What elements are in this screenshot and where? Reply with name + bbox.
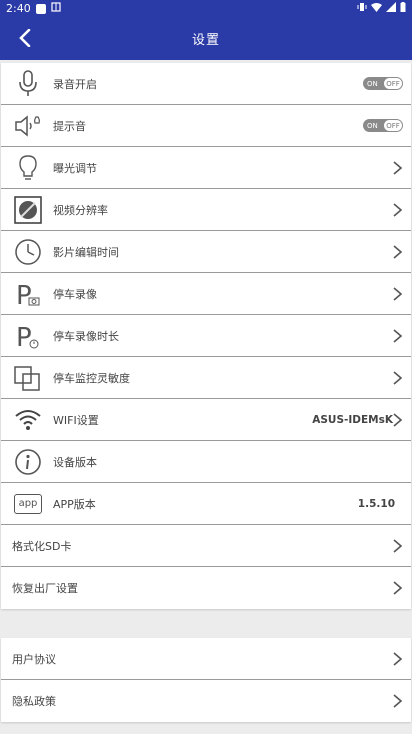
vibrate-icon — [357, 2, 367, 15]
setting-exposure[interactable]: 曝光调节 — [1, 147, 411, 189]
legal-list: 用户协议 隐私政策 — [1, 638, 411, 722]
clock-icon — [13, 237, 43, 267]
chevron-right-icon — [393, 244, 403, 259]
chevron-right-icon — [393, 286, 403, 301]
speaker-icon — [13, 111, 43, 141]
wifi-ssid-value: ASUS-IDEMsK — [312, 413, 393, 426]
app-version-value: 1.5.10 — [357, 497, 395, 510]
privacy-policy-row[interactable]: 隐私政策 — [1, 680, 411, 722]
info-icon — [13, 447, 43, 477]
parking-clock-icon: P — [13, 321, 43, 351]
setting-clip-edit-time[interactable]: 影片编辑时间 — [1, 231, 411, 273]
toggle-on-text: ON — [367, 121, 378, 130]
setting-label: 提示音 — [53, 119, 86, 133]
setting-label: 设备版本 — [53, 455, 97, 469]
toggle-off-text: OFF — [386, 79, 400, 88]
setting-app-version[interactable]: app APP版本 1.5.10 — [1, 483, 411, 525]
chevron-left-icon — [19, 29, 31, 47]
setting-device-version[interactable]: 设备版本 — [1, 441, 411, 483]
chevron-right-icon — [393, 202, 403, 217]
chevron-right-icon — [393, 651, 403, 666]
toggle-knob: OFF — [384, 78, 402, 89]
chevron-right-icon — [393, 160, 403, 175]
setting-video-resolution[interactable]: 视频分辨率 — [1, 189, 411, 231]
setting-label: 恢复出厂设置 — [12, 582, 78, 595]
app-bar: 设置 — [0, 17, 412, 60]
prompt-sound-toggle[interactable]: ON OFF — [363, 119, 403, 132]
setting-label: 录音开启 — [53, 77, 97, 91]
setting-label: 停车监控灵敏度 — [53, 371, 130, 385]
chevron-right-icon — [393, 694, 403, 708]
settings-list: 录音开启 ON OFF 提示音 ON OFF 曝光调节 视频分辨率 影片编辑时间… — [1, 63, 411, 609]
chevron-right-icon — [393, 328, 403, 343]
setting-label: 曝光调节 — [53, 161, 97, 175]
toggle-knob: OFF — [384, 120, 402, 131]
overlap-squares-icon — [13, 363, 43, 393]
setting-label: WIFI设置 — [53, 413, 99, 427]
toggle-off-text: OFF — [386, 121, 400, 130]
app-icon: app — [13, 489, 43, 519]
app-icon-box: app — [14, 493, 42, 514]
setting-label: 影片编辑时间 — [53, 245, 119, 259]
status-bar: 2:40 — [0, 0, 412, 17]
chevron-right-icon — [393, 538, 403, 553]
chevron-right-icon — [393, 412, 403, 427]
chevron-right-icon — [393, 581, 403, 595]
user-agreement-row[interactable]: 用户协议 — [1, 638, 411, 680]
setting-wifi[interactable]: WIFI设置 ASUS-IDEMsK — [1, 399, 411, 441]
setting-label: 停车录像 — [53, 287, 97, 301]
parking-camera-icon: P — [13, 279, 43, 309]
svg-text:P: P — [16, 323, 32, 350]
setting-label: 视频分辨率 — [53, 203, 108, 217]
lightbulb-icon — [13, 153, 43, 183]
toggle-on-text: ON — [367, 79, 378, 88]
sim-icon — [51, 2, 61, 15]
setting-prompt-sound[interactable]: 提示音 ON OFF — [1, 105, 411, 147]
setting-label: 隐私政策 — [12, 695, 56, 708]
page-title: 设置 — [191, 33, 220, 48]
setting-format-sd[interactable]: 格式化SD卡 — [1, 525, 411, 567]
setting-label: 停车录像时长 — [53, 329, 119, 343]
setting-factory-reset[interactable]: 恢复出厂设置 — [1, 567, 411, 609]
record-audio-toggle[interactable]: ON OFF — [363, 77, 403, 90]
setting-parking-duration[interactable]: P 停车录像时长 — [1, 315, 411, 357]
microphone-icon — [13, 69, 43, 99]
back-button[interactable] — [14, 27, 36, 49]
video-resolution-icon — [13, 195, 43, 225]
setting-label: 格式化SD卡 — [12, 539, 72, 553]
chevron-right-icon — [393, 370, 403, 385]
signal-icon — [386, 2, 396, 15]
setting-label: 用户协议 — [12, 652, 56, 666]
setting-parking-record[interactable]: P 停车录像 — [1, 273, 411, 315]
status-time: 2:40 — [6, 2, 31, 15]
wifi-icon — [371, 2, 382, 15]
wifi-icon — [13, 405, 43, 435]
battery-icon — [400, 2, 406, 15]
setting-record-audio[interactable]: 录音开启 ON OFF — [1, 63, 411, 105]
setting-parking-sensitivity[interactable]: 停车监控灵敏度 — [1, 357, 411, 399]
setting-label: APP版本 — [53, 497, 96, 511]
notification-icon — [35, 3, 46, 14]
